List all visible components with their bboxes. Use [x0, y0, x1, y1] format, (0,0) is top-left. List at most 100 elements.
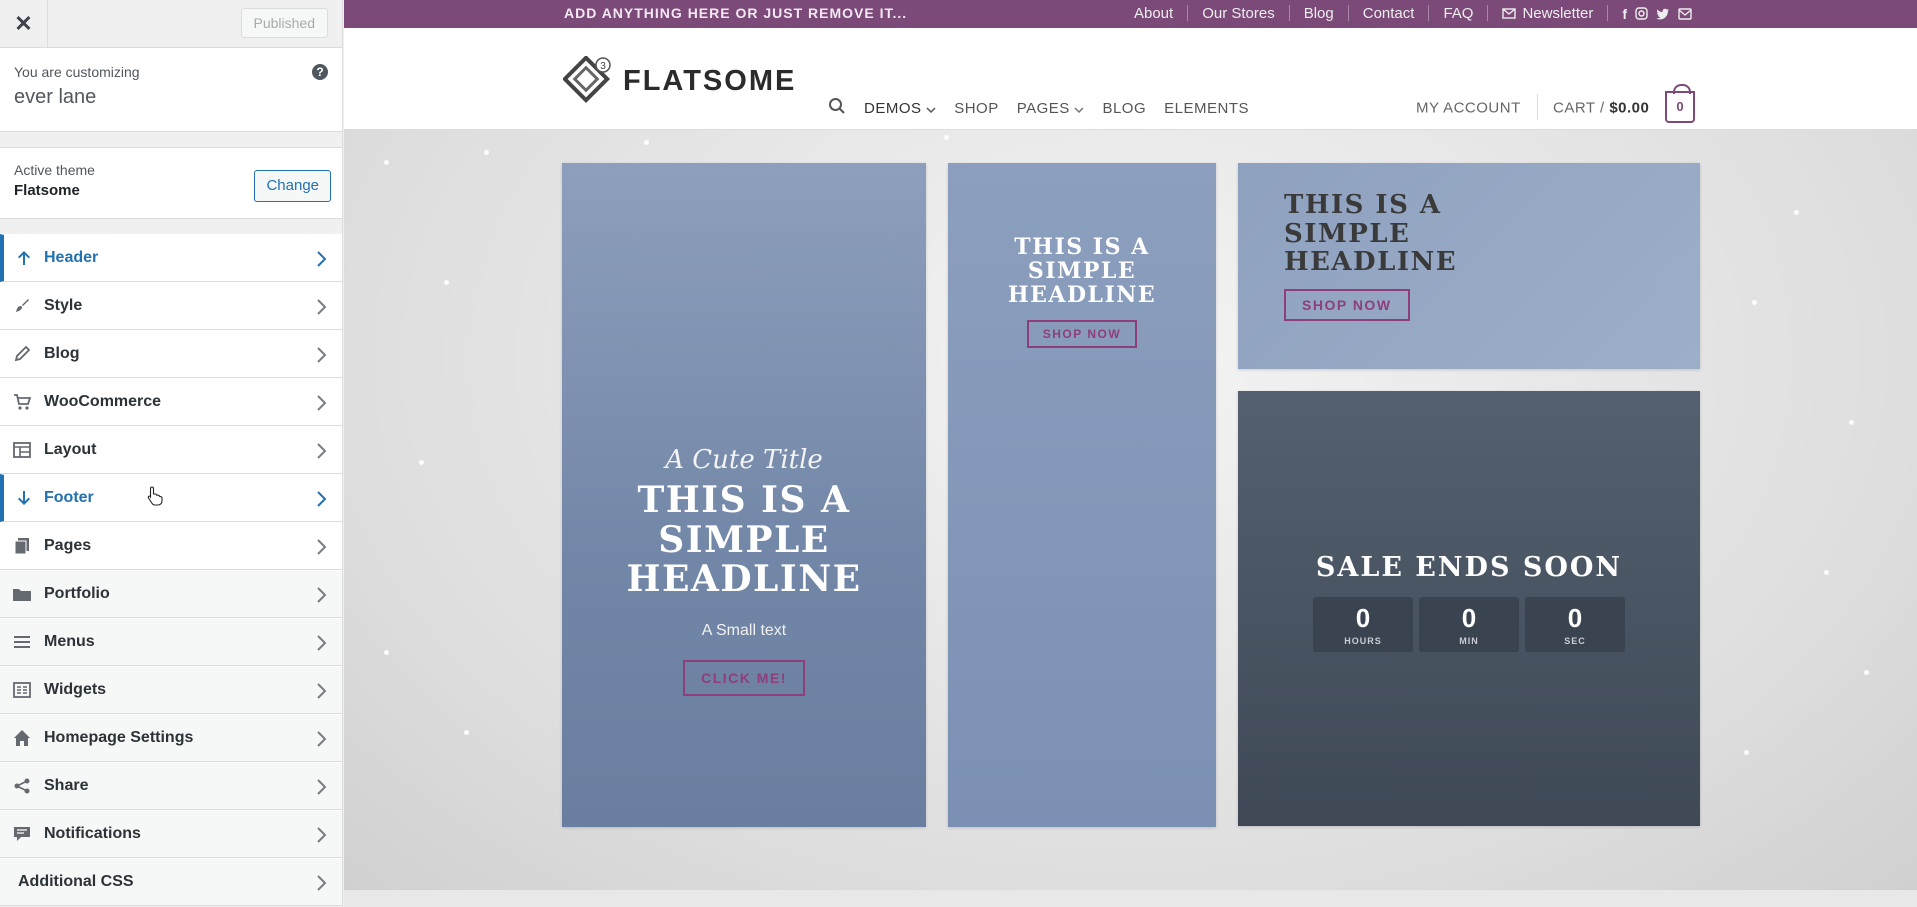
headline-line: THIS IS A	[637, 479, 851, 521]
mail-icon	[1502, 8, 1517, 19]
cart-icon	[0, 393, 44, 411]
panel-label: Pages	[44, 537, 92, 554]
logo-wordmark: FLATSOME	[623, 64, 797, 97]
email-icon[interactable]	[1678, 7, 1692, 20]
my-account-link[interactable]: MY ACCOUNT	[1416, 100, 1521, 117]
headline-line: SIMPLE	[658, 518, 830, 561]
headline-line: SIMPLE	[1027, 258, 1137, 285]
banner-main-content: A Cute Title THIS IS A SIMPLE HEADLINE A…	[562, 445, 926, 696]
headline-line: THIS IS A	[1284, 190, 1442, 220]
shop-now-button[interactable]: SHOP NOW	[1284, 288, 1410, 321]
active-theme-section: Active theme Flatsome Change	[0, 147, 342, 219]
nav-demos[interactable]: DEMOS	[864, 100, 936, 117]
panel-woocommerce[interactable]: WooCommerce	[0, 378, 342, 426]
cart-count-icon[interactable]: 0	[1665, 84, 1695, 123]
chevron-right-icon	[316, 875, 327, 896]
customizing-label: You are customizing	[14, 64, 140, 80]
home-icon	[0, 729, 44, 747]
panel-layout[interactable]: Layout	[0, 426, 342, 474]
site-logo[interactable]: 3 FLATSOME	[563, 56, 796, 106]
customizer-sidebar: ✕ Published You are customizing ever lan…	[0, 0, 343, 907]
panel-footer[interactable]: Footer	[0, 474, 342, 522]
snow-dot	[464, 730, 469, 735]
snow-dot	[1744, 750, 1749, 755]
topbar-divider	[1487, 5, 1489, 21]
panel-share[interactable]: Share	[0, 762, 342, 810]
published-button[interactable]: Published	[240, 8, 328, 38]
panel-style[interactable]: Style	[0, 282, 342, 330]
help-icon[interactable]: ?	[312, 64, 328, 80]
topbar-link-newsletter[interactable]: Newsletter	[1502, 5, 1593, 22]
main-header: 3 FLATSOME DEMOS SHOP PAGES BLOG ELEMENT…	[344, 28, 1917, 130]
chevron-right-icon	[316, 347, 327, 368]
panel-label: Notifications	[44, 825, 141, 842]
instagram-icon[interactable]	[1635, 7, 1648, 20]
panel-label: Blog	[44, 345, 80, 362]
nav-blog[interactable]: BLOG	[1102, 100, 1146, 117]
nav-pages[interactable]: PAGES	[1017, 100, 1085, 117]
panel-label: Header	[44, 249, 99, 266]
banner-top-right-content: THIS IS A SIMPLE HEADLINE SHOP NOW	[1284, 191, 1457, 321]
panel-additional-css[interactable]: Additional CSS	[0, 858, 342, 906]
headline-line: THIS IS A	[1014, 234, 1150, 260]
banner-main[interactable]: A Cute Title THIS IS A SIMPLE HEADLINE A…	[562, 163, 926, 827]
panel-label: Homepage Settings	[44, 729, 194, 746]
countdown-hours: 0 HOURS	[1313, 596, 1413, 652]
headline-line: SIMPLE	[1284, 218, 1411, 249]
topbar-link-contact[interactable]: Contact	[1363, 5, 1415, 22]
panel-pages[interactable]: Pages	[0, 522, 342, 570]
snow-dot	[384, 160, 389, 165]
panel-header[interactable]: Header	[0, 234, 342, 282]
panel-notifications[interactable]: Notifications	[0, 810, 342, 858]
snow-dot	[1864, 670, 1869, 675]
chevron-down-icon	[1074, 106, 1084, 113]
small-text: A Small text	[701, 621, 787, 639]
nav-shop[interactable]: SHOP	[954, 100, 999, 117]
chevron-right-icon	[316, 251, 327, 272]
nav-elements[interactable]: ELEMENTS	[1164, 100, 1249, 117]
chevron-right-icon	[316, 779, 327, 800]
topbar-nav: About Our Stores Blog Contact FAQ Newsle…	[1134, 5, 1692, 22]
topbar-divider	[1347, 5, 1349, 21]
topbar-divider	[1288, 5, 1290, 21]
panel-label: Portfolio	[44, 585, 110, 602]
shop-now-button[interactable]: SHOP NOW	[1026, 319, 1138, 348]
panel-blog[interactable]: Blog	[0, 330, 342, 378]
banner-middle[interactable]: THIS IS A SIMPLE HEADLINE SHOP NOW	[948, 163, 1216, 827]
cute-title: A Cute Title	[665, 445, 823, 475]
folder-icon	[0, 585, 44, 603]
panel-menus[interactable]: Menus	[0, 618, 342, 666]
cart-link[interactable]: CART / $0.00	[1553, 100, 1649, 117]
facebook-icon[interactable]: f	[1622, 6, 1627, 22]
sale-headline: SALE ENDS SOON	[1315, 552, 1623, 583]
banner-headline: THIS IS A SIMPLE HEADLINE	[1284, 191, 1457, 277]
newsletter-label: Newsletter	[1522, 5, 1594, 22]
panel-widgets[interactable]: Widgets	[0, 666, 342, 714]
topbar-message: ADD ANYTHING HERE OR JUST REMOVE IT...	[564, 5, 908, 21]
menu-icon	[0, 633, 44, 651]
snow-dot	[1794, 210, 1799, 215]
countdown-unit: MIN	[1459, 635, 1479, 646]
click-me-button[interactable]: CLICK ME!	[683, 659, 805, 696]
banner-top-right[interactable]: THIS IS A SIMPLE HEADLINE SHOP NOW	[1238, 163, 1700, 369]
topbar-link-about[interactable]: About	[1134, 5, 1173, 22]
header-divider	[1537, 94, 1538, 120]
search-icon[interactable]	[828, 97, 846, 119]
pencil-icon	[0, 345, 44, 363]
comment-icon	[0, 825, 44, 843]
panel-homepage-settings[interactable]: Homepage Settings	[0, 714, 342, 762]
topbar-link-faq[interactable]: FAQ	[1443, 5, 1473, 22]
nav-demos-label: DEMOS	[864, 99, 922, 117]
panel-label: Widgets	[44, 681, 107, 698]
topbar-link-blog[interactable]: Blog	[1304, 5, 1334, 22]
countdown-minutes: 0 MIN	[1419, 596, 1519, 652]
banner-sale[interactable]: SALE ENDS SOON 0 HOURS 0 MIN 0 SEC	[1238, 391, 1700, 826]
change-theme-button[interactable]: Change	[254, 170, 331, 202]
countdown-seconds: 0 SEC	[1525, 596, 1625, 652]
panel-portfolio[interactable]: Portfolio	[0, 570, 342, 618]
panel-label: Style	[44, 297, 83, 314]
close-button[interactable]: ✕	[0, 0, 48, 47]
twitter-icon[interactable]	[1656, 8, 1670, 20]
topbar-link-our-stores[interactable]: Our Stores	[1202, 5, 1275, 22]
countdown-unit: SEC	[1564, 635, 1586, 646]
